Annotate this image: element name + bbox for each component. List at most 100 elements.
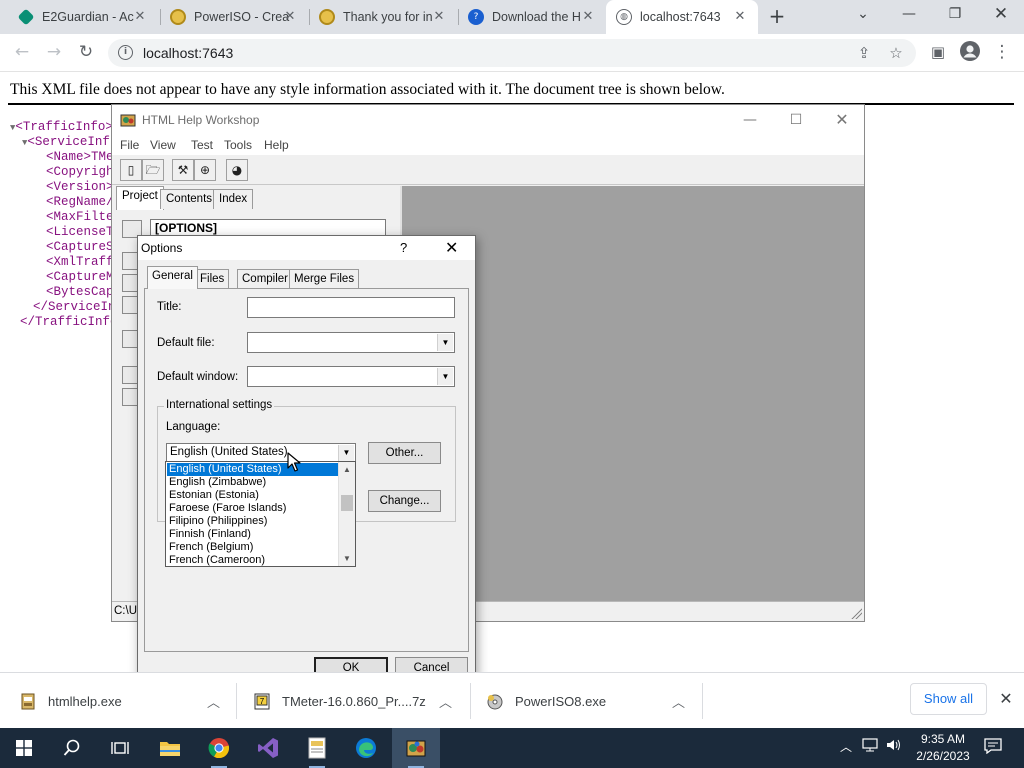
resize-grip[interactable] [850, 607, 862, 619]
language-dropdown-list[interactable]: English (United States) English (Zimbabw… [165, 461, 356, 567]
maximize-button[interactable]: ☐ [776, 109, 816, 131]
help-icon[interactable]: ◕ [226, 159, 248, 181]
list-scrollbar[interactable]: ▲ ▼ [338, 462, 355, 566]
restore-button[interactable]: ❐ [932, 0, 978, 30]
network-icon[interactable] [862, 738, 878, 756]
view-compiled-icon[interactable]: ⊕ [194, 159, 216, 181]
browser-tab-thank-you[interactable]: Thank you for in ✕ [309, 0, 457, 34]
tab-title: E2Guardian - Ac [42, 10, 134, 24]
menu-test[interactable]: Test [191, 138, 213, 152]
browser-tab-download[interactable]: ? Download the H ✕ [458, 0, 606, 34]
default-window-combo[interactable]: ▼ [247, 366, 455, 387]
language-option[interactable]: Filipino (Philippines) [167, 515, 339, 528]
new-file-icon[interactable]: ▯ [120, 159, 142, 181]
edge-icon[interactable] [342, 728, 390, 768]
chevron-up-icon[interactable]: ︿ [207, 692, 220, 711]
dropdown-arrow-icon[interactable]: ▼ [437, 368, 453, 385]
new-tab-button[interactable]: + [766, 6, 788, 28]
task-view-icon[interactable] [96, 728, 144, 768]
show-all-downloads-button[interactable]: Show all [910, 683, 987, 715]
tab-project[interactable]: Project [116, 186, 164, 210]
tab-compiler[interactable]: Compiler [237, 269, 294, 289]
browser-tab-e2guardian[interactable]: E2Guardian - Ac ✕ [8, 0, 158, 34]
clock-date: 2/26/2023 [916, 749, 970, 763]
menu-file[interactable]: File [120, 138, 139, 152]
close-window-button[interactable]: ✕ [822, 109, 862, 131]
tab-search-icon[interactable]: ⌄ [840, 0, 886, 30]
menu-tools[interactable]: Tools [224, 138, 252, 152]
change-button[interactable]: Change... [368, 490, 441, 512]
address-bar[interactable]: i localhost:7643 ⇪ ☆ [108, 39, 916, 67]
xml-line: <MaxFilte [46, 210, 114, 224]
language-option[interactable]: English (Zimbabwe) [167, 476, 339, 489]
search-icon[interactable] [48, 728, 96, 768]
minimize-button[interactable]: — [886, 0, 932, 30]
tab-index[interactable]: Index [213, 189, 254, 209]
close-dialog-button[interactable]: ✕ [445, 238, 458, 258]
language-option[interactable]: Finnish (Finland) [167, 528, 339, 541]
dropdown-arrow-icon[interactable]: ▼ [338, 445, 354, 461]
title-input[interactable] [247, 297, 455, 318]
language-option[interactable]: English (United States) [167, 463, 339, 476]
close-tab-icon[interactable]: ✕ [580, 9, 596, 25]
menu-view[interactable]: View [150, 138, 176, 152]
profile-avatar[interactable] [958, 41, 982, 65]
default-file-combo[interactable]: ▼ [247, 332, 455, 353]
menu-help[interactable]: Help [264, 138, 289, 152]
dropdown-arrow-icon[interactable]: ▼ [437, 334, 453, 351]
download-item-tmeter[interactable]: 7 TMeter-16.0.860_Pr....7z ︿ [254, 673, 464, 729]
scroll-down-icon[interactable]: ▼ [339, 552, 355, 565]
open-folder-icon[interactable]: 🗁 [142, 159, 164, 181]
other-button[interactable]: Other... [368, 442, 441, 464]
taskbar-clock[interactable]: 9:35 AM 2/26/2023 [906, 731, 980, 765]
minimize-button[interactable]: — [730, 109, 770, 131]
close-tab-icon[interactable]: ✕ [282, 9, 298, 25]
help-workshop-app-icon[interactable] [392, 728, 440, 768]
close-tab-icon[interactable]: ✕ [431, 9, 447, 25]
bookmark-star-icon[interactable]: ☆ [886, 43, 906, 63]
chevron-up-icon[interactable]: ︿ [439, 692, 452, 711]
close-window-button[interactable]: ✕ [978, 0, 1024, 30]
back-button[interactable]: ← [10, 41, 34, 65]
address-url[interactable]: localhost:7643 [143, 45, 233, 61]
site-info-icon[interactable]: i [118, 45, 133, 60]
help-question-button[interactable]: ? [400, 240, 407, 255]
options-titlebar: Options ? ✕ [138, 236, 475, 260]
compile-icon[interactable]: ⚒ [172, 159, 194, 181]
close-downloads-shelf-icon[interactable]: ✕ [996, 689, 1016, 709]
file-explorer-icon[interactable] [146, 728, 194, 768]
menu-kebab-icon[interactable]: ⋮ [990, 41, 1014, 65]
scroll-up-icon[interactable]: ▲ [339, 463, 355, 476]
language-option[interactable]: Estonian (Estonia) [167, 489, 339, 502]
download-item-poweriso[interactable]: PowerISO8.exe ︿ [487, 673, 697, 729]
download-name: PowerISO8.exe [515, 694, 607, 709]
notifications-icon[interactable] [984, 738, 1002, 758]
language-option[interactable]: French (Cameroon) [167, 554, 339, 567]
close-tab-icon[interactable]: ✕ [132, 9, 148, 25]
browser-tab-localhost[interactable]: ◍ localhost:7643 ✕ [606, 0, 758, 34]
downloads-shelf: htmlhelp.exe ︿ 7 TMeter-16.0.860_Pr....7… [0, 672, 1024, 728]
language-combo[interactable]: English (United States) ▼ [166, 443, 356, 463]
divider [236, 683, 237, 719]
download-item-htmlhelp[interactable]: htmlhelp.exe ︿ [20, 673, 235, 729]
reload-button[interactable]: ↻ [74, 41, 98, 65]
side-panel-icon[interactable]: ▣ [926, 41, 950, 65]
share-icon[interactable]: ⇪ [854, 43, 874, 63]
tab-contents[interactable]: Contents [160, 189, 219, 209]
chevron-up-icon[interactable]: ︿ [840, 738, 852, 755]
notepad-app-icon[interactable] [293, 728, 341, 768]
scroll-thumb[interactable] [341, 495, 353, 511]
tab-merge-files[interactable]: Merge Files [289, 269, 360, 289]
browser-tab-poweriso[interactable]: PowerISO - Crea ✕ [160, 0, 308, 34]
visual-studio-icon[interactable] [244, 728, 292, 768]
close-tab-icon[interactable]: ✕ [732, 9, 748, 25]
language-option[interactable]: Faroese (Faroe Islands) [167, 502, 339, 515]
chrome-icon[interactable] [195, 728, 243, 768]
language-option[interactable]: French (Belgium) [167, 541, 339, 554]
volume-icon[interactable] [886, 738, 902, 756]
tab-files[interactable]: Files [195, 269, 230, 289]
tab-general[interactable]: General [147, 266, 198, 289]
windows-start-icon[interactable] [0, 728, 48, 768]
chevron-up-icon[interactable]: ︿ [672, 692, 685, 711]
forward-button[interactable]: → [42, 41, 66, 65]
